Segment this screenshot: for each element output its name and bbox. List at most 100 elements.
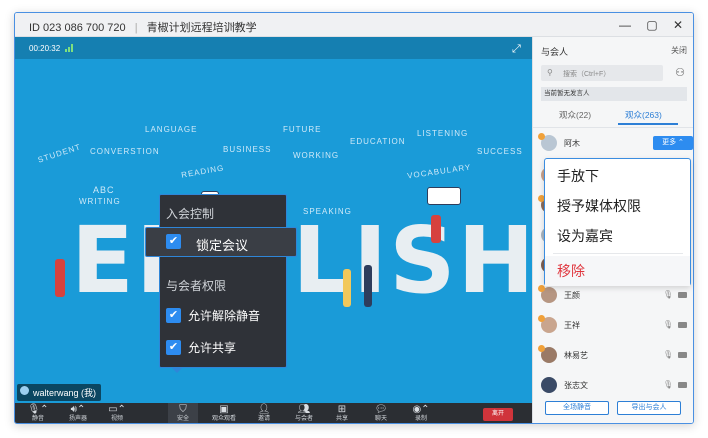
allow-unmute-label: 允许解除静音 (188, 309, 261, 323)
allow-share-checkbox[interactable]: ✔ 允许共享 (166, 339, 236, 356)
grant-media-permission-menu-item[interactable]: 授予媒体权限 (545, 191, 690, 221)
tab-audience-a[interactable]: 观众(22) (559, 109, 591, 121)
host-badge-icon (538, 315, 545, 322)
remove-menu-item[interactable]: 移除 (545, 256, 690, 286)
mute-button[interactable]: 🎙︎⌃ 静音 (18, 403, 58, 423)
mic-icon: 🎙︎⌃ (27, 404, 49, 415)
security-menu: 入会控制 与会者权限 ✔ 允许解除静音 ✔ 允许共享 (159, 194, 287, 368)
allow-share-label: 允许共享 (188, 341, 237, 355)
close-icon[interactable]: ✕ (671, 18, 685, 32)
participant-row[interactable]: 林易艺 🎙︎ (538, 345, 691, 367)
menu-pointer (172, 368, 182, 373)
share-label: 共享 (335, 416, 348, 422)
title-separator: | (134, 22, 138, 34)
divider (553, 253, 683, 254)
mic-icon[interactable]: 🎙︎ (663, 350, 673, 359)
participant-row[interactable]: 张志文 🎙︎ (541, 375, 691, 397)
invite-icon: 👤︎ (257, 404, 271, 415)
self-name: walterwang (我) (33, 388, 97, 398)
panel-title: 与会人 (541, 47, 569, 57)
participant-row[interactable]: 阿木 更多 ⌃ (538, 133, 693, 155)
bg-word: ABC (93, 185, 115, 195)
participant-row[interactable]: 王颜 🎙︎ (538, 285, 691, 307)
fullscreen-icon[interactable]: ⤢ (512, 43, 524, 55)
more-button[interactable]: 更多 ⌃ (653, 136, 693, 150)
camera-icon[interactable] (678, 292, 687, 298)
avatar (538, 315, 557, 333)
chat-button[interactable]: 💬︎ 聊天 (361, 403, 401, 423)
share-icon: ⊞ (337, 404, 347, 415)
set-as-guest-menu-item[interactable]: 设为嘉宾 (545, 221, 690, 251)
search-icon: ⚲ (547, 68, 553, 77)
share-button[interactable]: ⊞ 共享 (322, 403, 362, 423)
mic-icon[interactable]: 🎙︎ (663, 380, 673, 389)
section-join-control: 入会控制 (166, 207, 215, 221)
security-button[interactable]: ⛉ 安全 (168, 403, 198, 423)
camera-icon[interactable] (678, 382, 687, 388)
chevron-down-icon[interactable]: ⌵ (229, 19, 237, 30)
mic-icon[interactable]: 🎙︎ (663, 290, 673, 299)
avatar (538, 133, 557, 151)
speaker-label: 扬声器 (68, 416, 87, 422)
allow-unmute-checkbox[interactable]: ✔ 允许解除静音 (166, 307, 260, 324)
bg-word: LANGUAGE (145, 125, 198, 134)
book-graphic (427, 187, 461, 205)
video-label: 视频 (110, 416, 123, 422)
mute-all-button[interactable]: 全场静音 (545, 401, 609, 415)
title-text: ID 023 086 700 720 | 青椒计划远程培训教学 (29, 19, 257, 35)
video-top-strip: 00:20:32 ⤢ (15, 37, 532, 59)
divider (533, 127, 693, 128)
record-icon: ◉⌃ (412, 404, 430, 415)
export-participants-button[interactable]: 导出与会人 (617, 401, 681, 415)
meeting-name[interactable]: 青椒计划远程培训教学 (147, 22, 257, 34)
bg-word: EDUCATION (350, 137, 406, 146)
audience-watch-button[interactable]: ▣ 观众观看 (204, 403, 244, 423)
student-figure (55, 259, 65, 297)
invite-button[interactable]: 👤︎ 邀请 (244, 403, 284, 423)
video-button[interactable]: ▭⌃ 视频 (97, 403, 137, 423)
participant-name: 张志文 (564, 381, 588, 390)
headline-english: ENGLISH (71, 207, 532, 314)
lock-meeting-checkbox[interactable]: ✔ 锁定会议 (145, 227, 297, 257)
speaker-button[interactable]: 🔊︎⌃ 扬声器 (58, 403, 98, 423)
avatar (541, 377, 557, 393)
host-badge-icon (538, 133, 545, 140)
tab-audience-b[interactable]: 观众(263) (625, 109, 662, 121)
bg-word: CONVERSTION (90, 147, 160, 156)
bg-word: STUDENT (36, 142, 83, 165)
meeting-id: ID 023 086 700 720 (29, 22, 126, 34)
bg-word: VOCABULARY (406, 162, 472, 181)
participants-button[interactable]: 👥︎ 与会者 (284, 403, 324, 423)
mic-icon[interactable]: 🎙︎ (663, 320, 673, 329)
camera-icon[interactable] (678, 322, 687, 328)
leave-meeting-button[interactable]: 离开 (483, 408, 513, 421)
participant-row[interactable]: 王祥 🎙︎ (538, 315, 691, 337)
search-placeholder: 搜索（Ctrl+F） (563, 71, 611, 78)
host-badge-icon (538, 285, 545, 292)
mute-label: 静音 (31, 416, 44, 422)
participants-label: 与会者 (294, 416, 313, 422)
avatar (538, 345, 557, 363)
user-icon (20, 386, 29, 395)
record-button[interactable]: ◉⌃ 录制 (401, 403, 441, 423)
checkmark-icon: ✔ (166, 308, 181, 323)
shield-icon: ⛉ (179, 404, 187, 415)
section-participant-permissions: 与会者权限 (166, 279, 227, 293)
minimize-icon[interactable]: — (618, 18, 632, 32)
student-figure (343, 269, 351, 307)
participants-icon: 👥︎ (297, 404, 311, 415)
chat-icon: 💬︎ (374, 404, 388, 415)
bg-word: READING (180, 163, 225, 180)
participant-name: 林易艺 (564, 351, 588, 360)
maximize-icon[interactable]: ▢ (645, 18, 659, 32)
camera-icon[interactable] (678, 352, 687, 358)
checkmark-icon: ✔ (166, 234, 181, 249)
video-icon: ▭⌃ (108, 404, 126, 415)
participant-name: 阿木 (564, 139, 580, 148)
record-label: 录制 (414, 416, 427, 422)
panel-close-button[interactable]: 关闭 (671, 45, 687, 56)
student-figure (431, 215, 441, 243)
add-participant-icon[interactable]: ⚇ (675, 66, 685, 79)
lower-hand-menu-item[interactable]: 手放下 (545, 161, 690, 191)
participant-search-input[interactable]: ⚲ 搜索（Ctrl+F） (541, 65, 663, 81)
